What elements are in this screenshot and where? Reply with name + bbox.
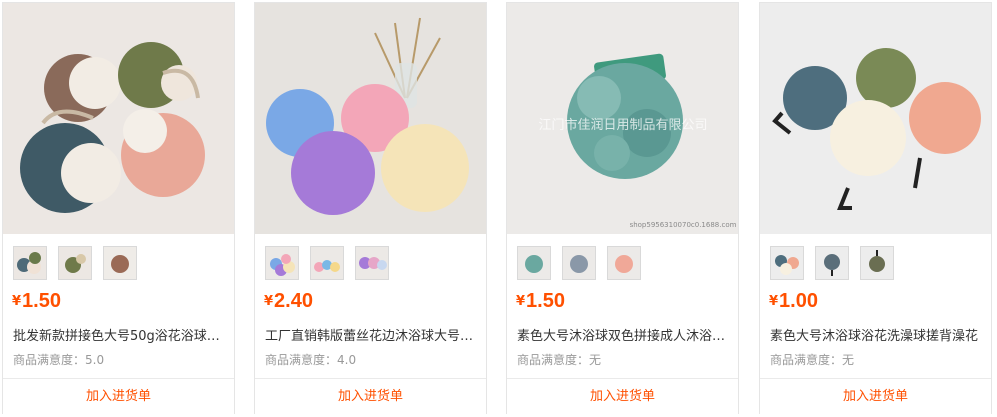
product-image[interactable] [760, 3, 991, 234]
satisfaction-rating: 商品满意度：5.0 [13, 351, 104, 369]
product-price: ¥2.40 [264, 290, 313, 316]
currency-symbol: ¥ [769, 294, 779, 309]
bath-sponges-photo [760, 3, 991, 234]
product-card: ¥1.00 素色大号沐浴球浴花洗澡球搓背澡花 商品满意度：无 加入进货单 [759, 2, 992, 414]
product-title[interactable]: 素色大号沐浴球浴花洗澡球搓背澡花 [770, 325, 983, 345]
thumbnail[interactable] [562, 246, 596, 280]
product-title[interactable]: 工厂直销韩版蕾丝花边沐浴球大号浴花搓澡球 [265, 325, 478, 345]
product-image[interactable] [3, 3, 234, 234]
bath-sponges-photo [3, 3, 234, 234]
thumbnail[interactable] [310, 246, 344, 280]
satisfaction-label: 商品满意度： [517, 353, 590, 367]
thumbnail[interactable] [103, 246, 137, 280]
satisfaction-rating: 商品满意度：无 [517, 351, 601, 369]
product-card: 江门市佳润日用制品有限公司 shop5956310070c0.1688.com … [506, 2, 739, 414]
thumbnail[interactable] [770, 246, 804, 280]
bath-sponges-photo [255, 3, 486, 234]
satisfaction-label: 商品满意度： [265, 353, 338, 367]
thumbnail[interactable] [355, 246, 389, 280]
product-image[interactable] [255, 3, 486, 234]
product-price: ¥1.00 [769, 290, 818, 316]
bath-sponge-photo: 江门市佳润日用制品有限公司 shop5956310070c0.1688.com [507, 3, 738, 234]
satisfaction-rating: 商品满意度：无 [770, 351, 854, 369]
satisfaction-rating: 商品满意度：4.0 [265, 351, 356, 369]
currency-symbol: ¥ [12, 294, 22, 309]
currency-symbol: ¥ [516, 294, 526, 309]
satisfaction-value: 无 [842, 353, 855, 367]
product-title[interactable]: 批发新款拼接色大号50g浴花浴球家用搓澡球 [13, 325, 226, 345]
thumbnail[interactable] [607, 246, 641, 280]
thumbnail[interactable] [517, 246, 551, 280]
add-to-cart-button[interactable]: 加入进货单 [507, 379, 738, 414]
thumbnail[interactable] [58, 246, 92, 280]
product-price: ¥1.50 [12, 290, 61, 316]
product-title[interactable]: 素色大号沐浴球双色拼接成人沐浴浴花 [517, 325, 730, 345]
thumbnail[interactable] [815, 246, 849, 280]
product-price: ¥1.50 [516, 290, 565, 316]
product-card: ¥2.40 工厂直销韩版蕾丝花边沐浴球大号浴花搓澡球 商品满意度：4.0 加入进… [254, 2, 487, 414]
price-value: 1.00 [779, 290, 818, 312]
satisfaction-value: 4.0 [337, 353, 357, 367]
satisfaction-label: 商品满意度： [770, 353, 843, 367]
satisfaction-label: 商品满意度： [13, 353, 86, 367]
watermark-text: 江门市佳润日用制品有限公司 [538, 117, 707, 133]
price-value: 2.40 [274, 290, 313, 312]
product-grid: ¥1.50 批发新款拼接色大号50g浴花浴球家用搓澡球 商品满意度：5.0 加入… [0, 0, 997, 417]
thumbnail[interactable] [860, 246, 894, 280]
product-card: ¥1.50 批发新款拼接色大号50g浴花浴球家用搓澡球 商品满意度：5.0 加入… [2, 2, 235, 414]
image-caption: shop5956310070c0.1688.com [630, 221, 737, 229]
satisfaction-value: 无 [589, 353, 602, 367]
product-image[interactable]: 江门市佳润日用制品有限公司 shop5956310070c0.1688.com [507, 3, 738, 234]
thumbnail[interactable] [13, 246, 47, 280]
add-to-cart-button[interactable]: 加入进货单 [255, 379, 486, 414]
currency-symbol: ¥ [264, 294, 274, 309]
add-to-cart-button[interactable]: 加入进货单 [3, 379, 234, 414]
price-value: 1.50 [22, 290, 61, 312]
satisfaction-value: 5.0 [85, 353, 105, 367]
price-value: 1.50 [526, 290, 565, 312]
thumbnail[interactable] [265, 246, 299, 280]
add-to-cart-button[interactable]: 加入进货单 [760, 379, 991, 414]
